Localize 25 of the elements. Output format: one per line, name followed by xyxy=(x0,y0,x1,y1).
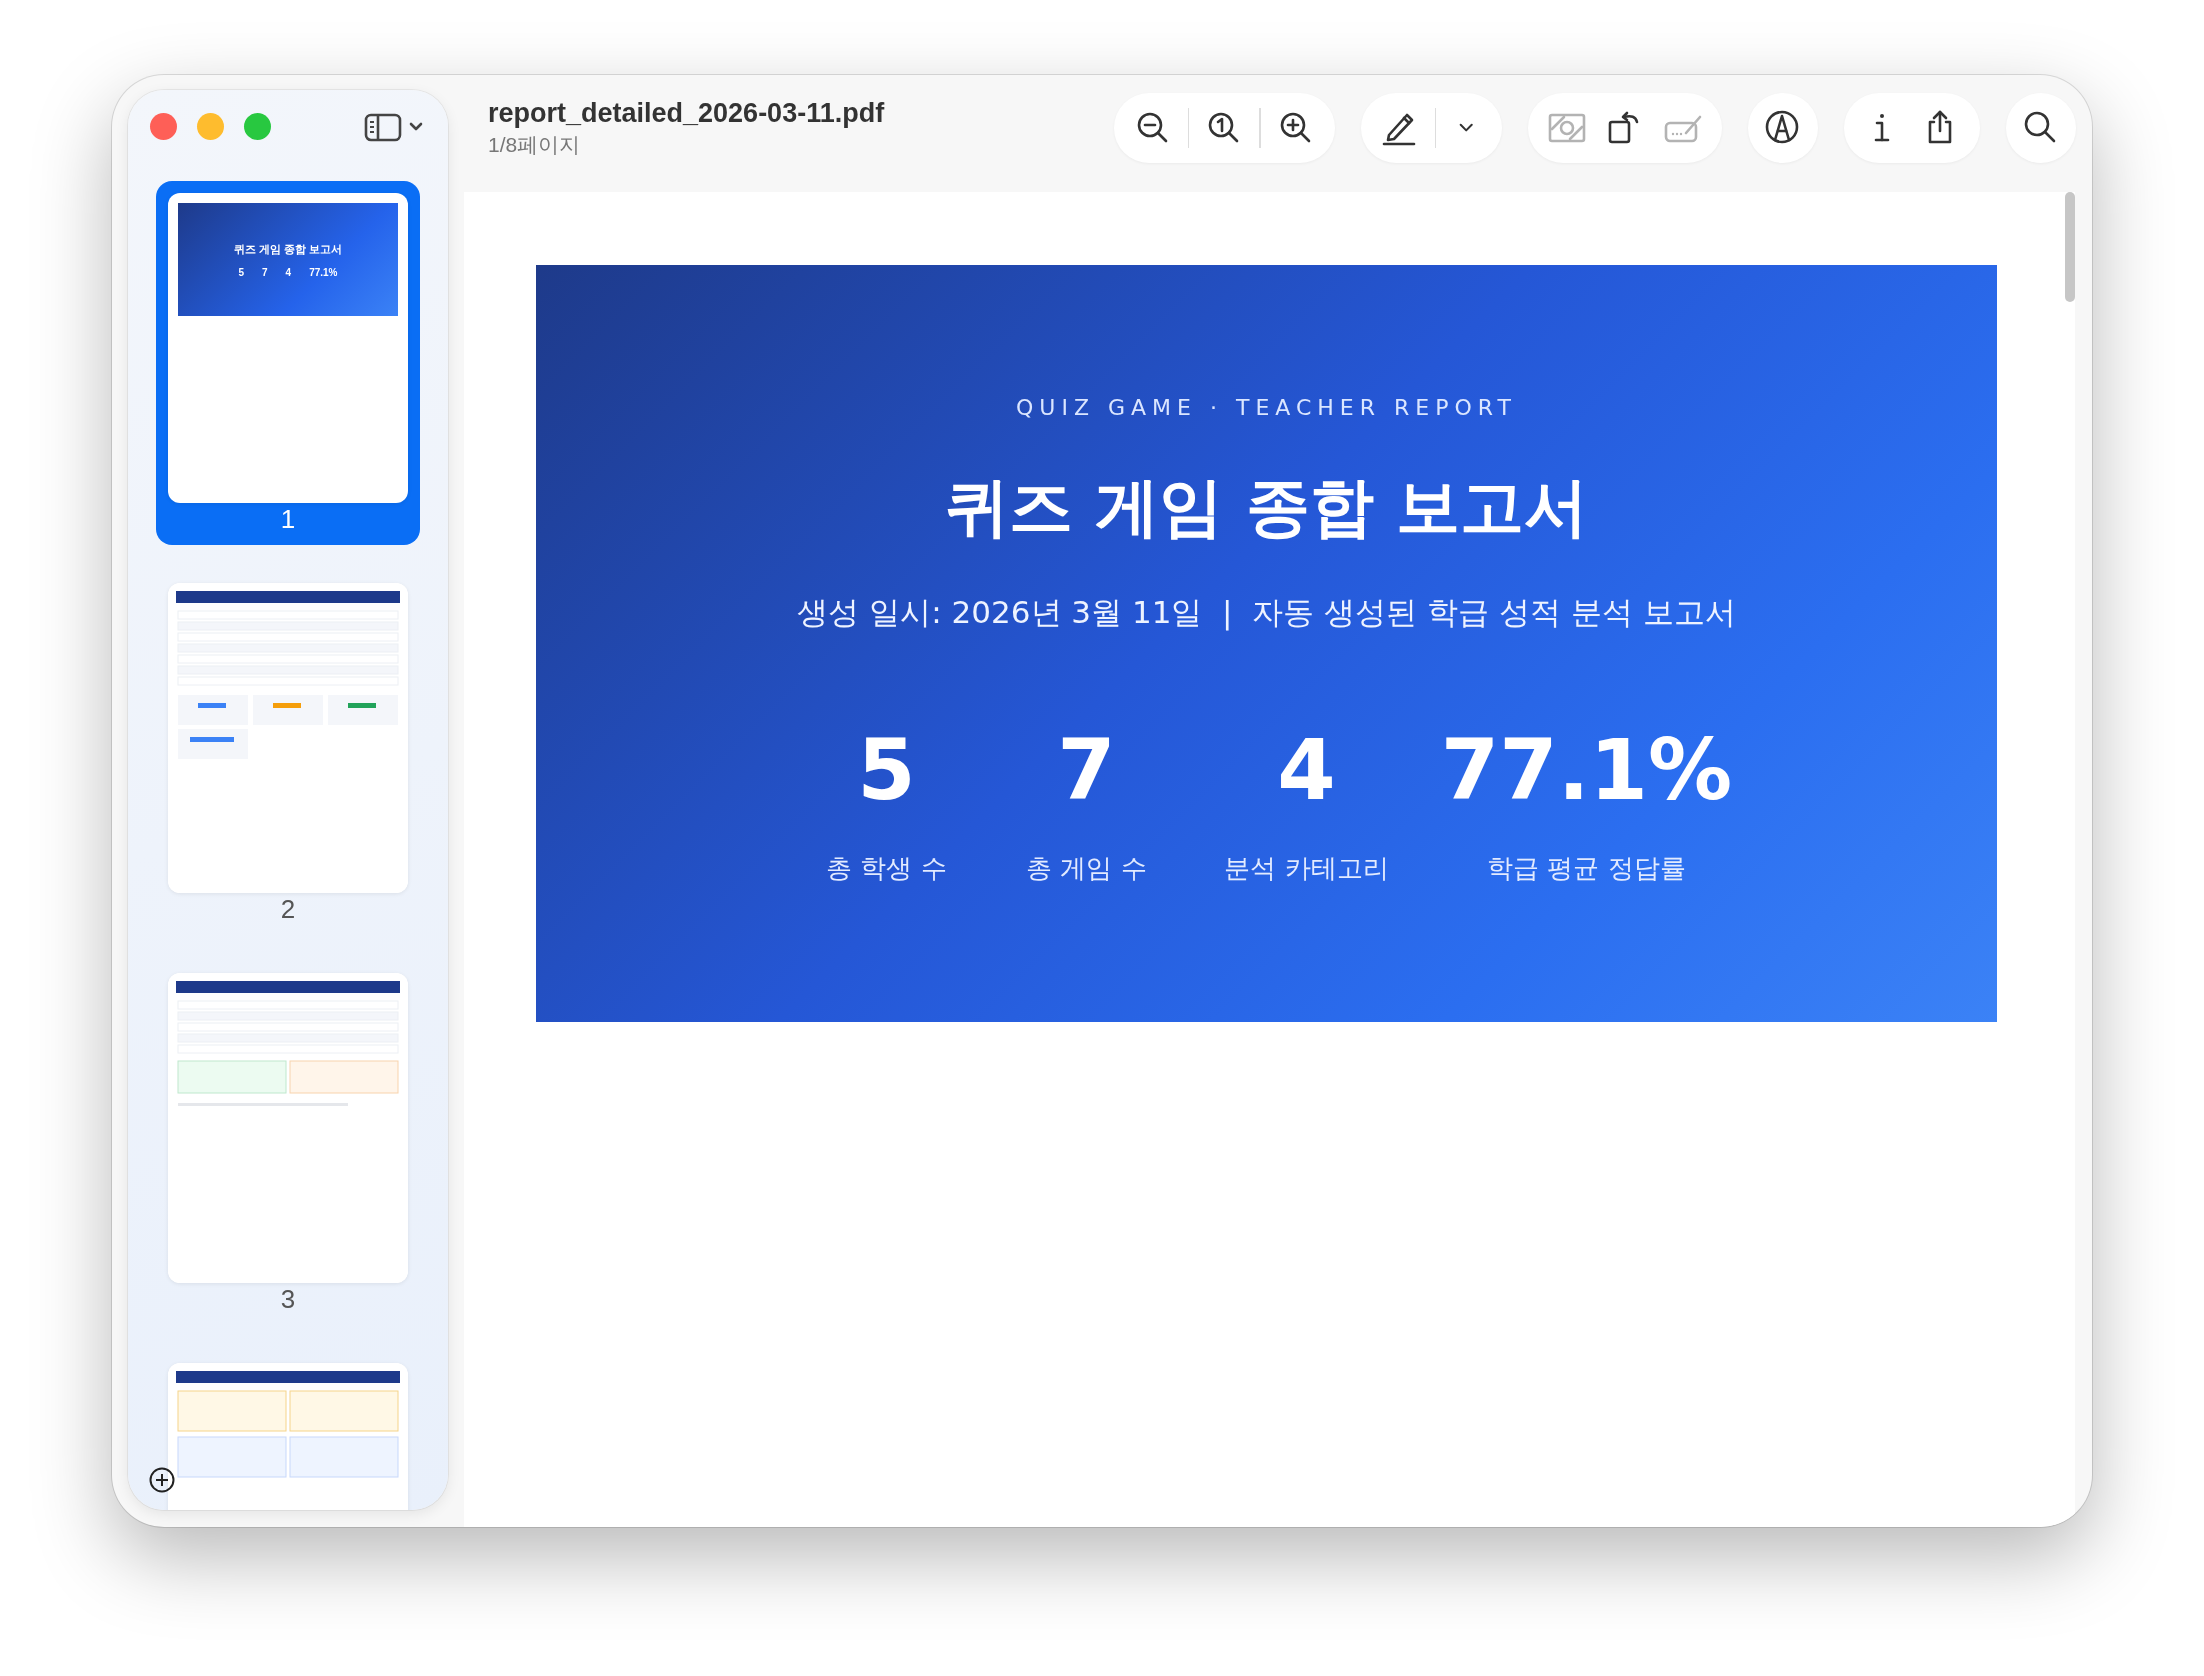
stat-label: 총 게임 수 xyxy=(1026,852,1147,886)
page-thumbnail[interactable]: 퀴즈 게임 종합 보고서 5 7 4 77.1% 1 xyxy=(156,181,420,545)
close-button[interactable] xyxy=(150,113,177,140)
page-number: 1 xyxy=(280,505,296,533)
thumbnail-stat: 7 xyxy=(262,266,268,278)
report-subtitle: 생성 일시: 2026년 3월 11일 | 자동 생성된 학급 성적 분석 보고서 xyxy=(797,593,1736,633)
stat-label: 학급 평균 정답률 xyxy=(1487,852,1686,886)
window-title: report_detailed_2026-03-11.pdf xyxy=(488,97,886,129)
report-eyebrow: QUIZ GAME · TEACHER REPORT xyxy=(1016,395,1517,420)
page-number: 2 xyxy=(280,895,296,923)
add-page-icon[interactable] xyxy=(148,1466,176,1494)
scrollbar[interactable] xyxy=(2065,192,2075,302)
stat-value: 77.1% xyxy=(1440,720,1733,822)
thumbnail-stat: 5 xyxy=(238,266,245,278)
report-title: 퀴즈 게임 종합 보고서 xyxy=(945,472,1588,543)
stat-label: 분석 카테고리 xyxy=(1224,852,1389,886)
stat-label: 총 학생 수 xyxy=(826,852,947,886)
stat-value: 4 xyxy=(1277,720,1336,822)
thumbnail-stat: 4 xyxy=(285,266,292,278)
page-number: 3 xyxy=(280,1285,296,1313)
thumbnail-title: 퀴즈 게임 종합 보고서 xyxy=(233,241,343,257)
thumbnail-stat: 77.1% xyxy=(309,266,338,278)
stat-value: 5 xyxy=(857,720,916,822)
page-count: 1/8페이지 xyxy=(488,131,582,158)
stat-value: 7 xyxy=(1057,720,1116,822)
